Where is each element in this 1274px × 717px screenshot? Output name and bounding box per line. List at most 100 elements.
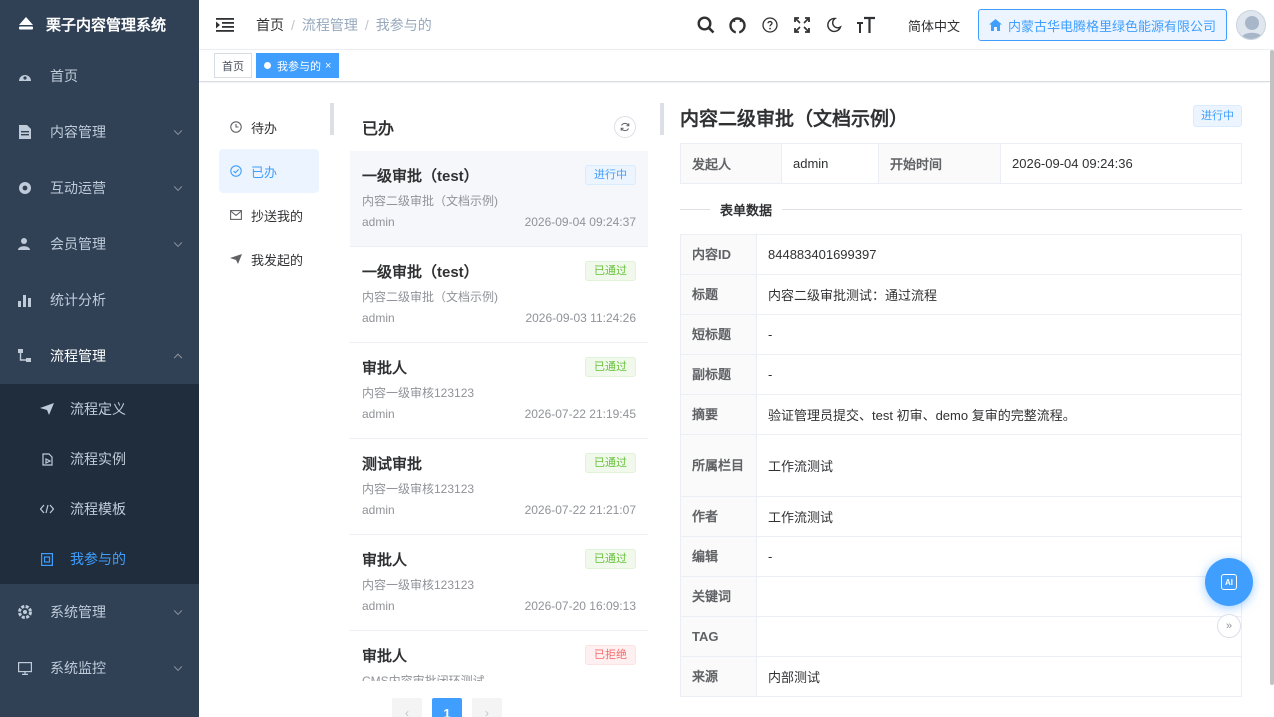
item-user: admin: [362, 215, 395, 229]
sidebar-item-interaction[interactable]: 互动运营: [0, 160, 199, 216]
initiator-label: 发起人: [680, 143, 782, 184]
submenu-item-definition[interactable]: 流程定义: [0, 384, 199, 434]
tag-participated[interactable]: 我参与的 ×: [256, 53, 340, 78]
item-time: 2026-07-22 21:21:07: [524, 503, 636, 517]
category-label: 待办: [251, 120, 278, 136]
field-label: 来源: [680, 656, 757, 697]
field-label: TAG: [680, 616, 757, 657]
table-row: TAG: [680, 616, 1242, 657]
submenu-item-label: 我参与的: [70, 551, 126, 567]
sidebar-item-stats[interactable]: 统计分析: [0, 272, 199, 328]
ai-assistant-button[interactable]: AI: [1205, 558, 1253, 606]
members-icon: [18, 237, 32, 251]
item-user: admin: [362, 407, 395, 421]
dashboard-icon: [18, 69, 32, 83]
collapse-icon[interactable]: »: [1217, 614, 1241, 638]
table-row: 来源 内部测试: [680, 656, 1242, 697]
page-number[interactable]: 1: [432, 698, 462, 717]
submenu-item-participated[interactable]: 我参与的: [0, 534, 199, 584]
field-value: [756, 576, 1242, 617]
language-select[interactable]: 简体中文: [908, 16, 960, 35]
item-user: admin: [362, 311, 395, 325]
send-icon: [40, 403, 54, 415]
hamburger-icon[interactable]: [216, 17, 234, 32]
help-icon[interactable]: [760, 15, 780, 35]
tag-home[interactable]: 首页: [214, 53, 252, 78]
status-badge: 进行中: [585, 165, 636, 185]
list-item[interactable]: 审批人 已拒绝 CMS内容审批闭环测试: [350, 631, 648, 681]
search-icon[interactable]: [696, 15, 716, 35]
code-icon: [40, 504, 54, 514]
tenant-name: 内蒙古华电腾格里绿色能源有限公司: [1007, 18, 1216, 34]
logo-icon: [19, 17, 33, 30]
monitor-icon: [18, 661, 32, 675]
submenu-item-instance[interactable]: 流程实例: [0, 434, 199, 484]
category-label: 已办: [251, 164, 278, 180]
dark-mode-icon[interactable]: [824, 15, 844, 35]
field-value: 工作流测试: [756, 434, 1242, 497]
navbar: 首页 / 流程管理 / 我参与的 简体中文 内蒙古华电腾格里绿色能源有限公司: [199, 0, 1274, 50]
interaction-icon: [18, 181, 32, 195]
tenant-button[interactable]: 内蒙古华电腾格里绿色能源有限公司: [977, 9, 1227, 41]
scrollbar[interactable]: [1270, 50, 1274, 685]
tag-label: 首页: [222, 60, 244, 73]
category-cc[interactable]: 抄送我的: [219, 193, 319, 237]
field-label: 内容ID: [680, 234, 757, 275]
instance-icon: [40, 452, 54, 466]
table-row: 内容ID 844883401699397: [680, 234, 1242, 275]
ai-icon: AI: [1221, 574, 1237, 590]
list-item[interactable]: 审批人 已通过 内容一级审核123123 admin 2026-07-20 16:…: [350, 535, 648, 631]
sidebar-item-system[interactable]: 系统管理: [0, 584, 199, 640]
field-label: 编辑: [680, 536, 757, 577]
category-initiated[interactable]: 我发起的: [219, 237, 319, 281]
status-badge: 已通过: [585, 357, 636, 377]
table-row: 短标题 -: [680, 314, 1242, 355]
status-badge: 已通过: [585, 549, 636, 569]
list-item[interactable]: 一级审批（test） 已通过 内容二级审批（文档示例) admin 2026-09…: [350, 247, 648, 343]
list-item[interactable]: 审批人 已通过 内容一级审核123123 admin 2026-07-22 21:…: [350, 343, 648, 439]
sidebar-item-label: 统计分析: [50, 292, 106, 308]
item-subtitle: CMS内容审批闭环测试: [362, 674, 485, 681]
breadcrumb-item[interactable]: 首页: [256, 15, 284, 35]
list-item[interactable]: 一级审批（test） 进行中 内容二级审批（文档示例) admin 2026-09…: [350, 151, 648, 247]
sidebar-item-content[interactable]: 内容管理: [0, 104, 199, 160]
detail-panel: 内容二级审批（文档示例） 进行中 发起人 admin 开始时间 2026-09-…: [680, 101, 1242, 697]
github-icon[interactable]: [728, 15, 748, 35]
detail-title: 内容二级审批（文档示例）: [680, 108, 909, 130]
table-row: 摘要 验证管理员提交、test 初审、demo 复审的完整流程。: [680, 394, 1242, 435]
field-label: 副标题: [680, 354, 757, 395]
status-badge: 已通过: [585, 261, 636, 281]
active-dot: [264, 62, 271, 69]
pagination: ‹ 1 ›: [387, 698, 507, 717]
sidebar-item-monitor[interactable]: 系统监控: [0, 640, 199, 696]
sidebar-item-workflow[interactable]: 流程管理: [0, 328, 199, 384]
avatar[interactable]: [1236, 10, 1266, 40]
chevron-down-icon: [173, 606, 183, 616]
list-item[interactable]: 测试审批 已通过 内容一级审核123123 admin 2026-07-22 21…: [350, 439, 648, 535]
sidebar-item-home[interactable]: 首页: [0, 48, 199, 104]
table-row: 标题 内容二级审批测试：通过流程: [680, 274, 1242, 315]
font-size-icon[interactable]: [856, 15, 876, 35]
divider: [330, 103, 334, 135]
next-page-button[interactable]: ›: [472, 698, 502, 717]
close-icon[interactable]: ×: [325, 60, 331, 72]
sidebar-item-members[interactable]: 会员管理: [0, 216, 199, 272]
fullscreen-icon[interactable]: [792, 15, 812, 35]
tag-label: 我参与的: [277, 60, 321, 73]
field-value: -: [756, 314, 1242, 355]
category-done[interactable]: 已办: [219, 149, 319, 193]
item-time: 2026-09-03 11:24:26: [525, 311, 636, 325]
category-todo[interactable]: 待办: [219, 105, 319, 149]
clock-icon: [229, 121, 243, 133]
submenu-item-template[interactable]: 流程模板: [0, 484, 199, 534]
app-logo[interactable]: 栗子内容管理系统: [0, 0, 199, 48]
submenu-item-label: 流程实例: [70, 451, 126, 467]
prev-page-button[interactable]: ‹: [392, 698, 422, 717]
breadcrumb-item[interactable]: 流程管理: [302, 15, 358, 35]
refresh-icon[interactable]: [614, 116, 636, 138]
chevron-down-icon: [173, 662, 183, 672]
breadcrumb-separator: /: [364, 16, 369, 33]
list-header: 已办: [350, 103, 648, 151]
status-badge: 已拒绝: [585, 645, 636, 665]
sidebar-item-label: 系统监控: [50, 660, 106, 676]
